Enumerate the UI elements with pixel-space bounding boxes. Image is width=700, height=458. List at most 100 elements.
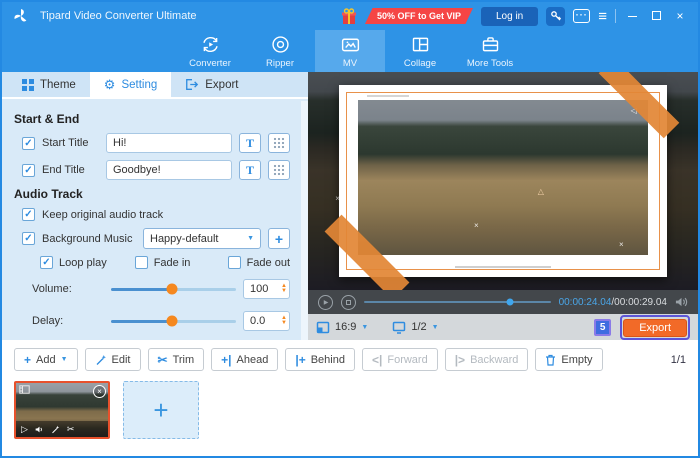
- fade-out-checkbox[interactable]: [228, 256, 241, 269]
- delay-label: Delay:: [32, 315, 104, 327]
- page-indicator[interactable]: 1/2: [411, 321, 426, 333]
- loop-play-checkbox[interactable]: ✓: [40, 256, 53, 269]
- start-title-font-button[interactable]: T: [239, 133, 261, 153]
- backward-button[interactable]: |> Backward: [445, 348, 529, 371]
- app-logo-icon: [12, 7, 30, 25]
- spinner-down-icon[interactable]: ▼: [281, 321, 287, 326]
- start-title-position-button[interactable]: [268, 133, 290, 153]
- add-clip-slot[interactable]: +: [123, 381, 199, 439]
- keep-original-row: ✓ Keep original audio track: [22, 208, 290, 221]
- aspect-ratio-value[interactable]: 16:9: [335, 321, 356, 333]
- background-music-checkbox[interactable]: ✓: [22, 232, 35, 245]
- volume-label: Volume:: [32, 283, 104, 295]
- stop-button[interactable]: [341, 295, 356, 310]
- end-title-checkbox[interactable]: ✓: [22, 164, 35, 177]
- sidebar-scrollbar[interactable]: [301, 101, 308, 340]
- tab-theme[interactable]: Theme: [8, 72, 90, 97]
- gift-icon[interactable]: [341, 8, 357, 25]
- feedback-chat-icon[interactable]: ···: [573, 9, 590, 23]
- export-icon: [185, 78, 199, 91]
- behind-button[interactable]: |+ Behind: [285, 348, 355, 371]
- position-grid-icon: [273, 137, 285, 149]
- loop-fade-row: ✓ Loop play Fade in Fade out: [40, 256, 290, 269]
- volume-slider-handle[interactable]: [167, 284, 178, 295]
- delay-input[interactable]: [250, 315, 274, 327]
- end-title-label: End Title: [42, 164, 99, 176]
- nav-tab-converter[interactable]: Converter: [175, 30, 245, 72]
- chevron-down-icon: ▼: [247, 235, 254, 242]
- chevron-down-icon: ▼: [61, 356, 68, 363]
- tab-export[interactable]: Export: [171, 72, 252, 97]
- magic-wand-icon: [95, 354, 107, 366]
- remove-clip-icon[interactable]: ×: [93, 385, 106, 398]
- seek-handle[interactable]: [506, 299, 513, 306]
- empty-button[interactable]: Empty: [535, 348, 602, 371]
- tab-setting[interactable]: ⚙ Setting: [90, 72, 171, 97]
- add-button[interactable]: + Add ▼: [14, 348, 78, 371]
- delay-slider[interactable]: [111, 320, 236, 323]
- promo-banner[interactable]: 50% OFF to Get VIP: [365, 8, 473, 24]
- move-forward-icon: <|: [372, 353, 382, 367]
- volume-slider[interactable]: [111, 288, 236, 291]
- timeline-section: + Add ▼ Edit ✂ Trim +| Ahead: [2, 340, 698, 456]
- end-title-position-button[interactable]: [268, 160, 290, 180]
- edit-button[interactable]: Edit: [85, 348, 141, 371]
- nav-tab-collage[interactable]: Collage: [385, 30, 455, 72]
- minimize-button[interactable]: [624, 8, 640, 24]
- forward-button[interactable]: <| Forward: [362, 348, 438, 371]
- text-format-icon: T: [246, 136, 254, 151]
- seek-bar[interactable]: [364, 301, 551, 304]
- spinner-down-icon[interactable]: ▼: [281, 289, 287, 294]
- collage-grid-icon: [410, 34, 431, 55]
- volume-input[interactable]: [250, 283, 274, 295]
- menu-icon[interactable]: ≡: [598, 9, 607, 24]
- volume-speaker-icon[interactable]: [675, 296, 688, 308]
- chevron-down-icon[interactable]: ▼: [432, 324, 439, 331]
- audio-track-heading: Audio Track: [14, 187, 290, 201]
- export-button[interactable]: Export: [623, 319, 687, 337]
- end-title-row: ✓ End Title T: [22, 160, 290, 180]
- main-nav: Converter Ripper MV: [2, 30, 698, 72]
- fade-in-checkbox[interactable]: [135, 256, 148, 269]
- chevron-down-icon[interactable]: ▼: [361, 324, 368, 331]
- keep-original-label: Keep original audio track: [42, 209, 163, 221]
- video-preview-stage[interactable]: × × △ × ◁: [308, 72, 698, 290]
- scissors-icon: ✂: [158, 353, 168, 367]
- clip-edit-wand-icon[interactable]: [51, 425, 60, 434]
- keep-original-checkbox[interactable]: ✓: [22, 208, 35, 221]
- plus-icon: +: [153, 395, 168, 426]
- delay-value-box: ▲ ▼: [243, 311, 290, 331]
- play-icon: ▶: [324, 299, 329, 306]
- trim-button[interactable]: ✂ Trim: [148, 348, 205, 371]
- play-clip-icon[interactable]: ▷: [21, 424, 28, 435]
- film-strip-icon: [19, 385, 30, 394]
- play-button[interactable]: ▶: [318, 295, 333, 310]
- toolbox-icon: [480, 34, 501, 55]
- position-grid-icon: [273, 164, 285, 176]
- plus-icon: +: [275, 232, 283, 246]
- delay-slider-handle[interactable]: [167, 316, 178, 327]
- nav-tab-more-tools[interactable]: More Tools: [455, 30, 525, 72]
- theme-grid-icon: [22, 79, 34, 91]
- clip-audio-icon[interactable]: [35, 425, 44, 434]
- nav-tab-ripper[interactable]: Ripper: [245, 30, 315, 72]
- background-music-select[interactable]: Happy-default ▼: [143, 228, 261, 249]
- titlebar-separator: [615, 9, 616, 23]
- converter-icon: [200, 34, 221, 55]
- nav-tab-mv[interactable]: MV: [315, 30, 385, 72]
- start-title-checkbox[interactable]: ✓: [22, 137, 35, 150]
- register-key-icon[interactable]: [546, 7, 565, 26]
- add-music-button[interactable]: +: [268, 228, 290, 249]
- start-title-input[interactable]: [106, 133, 232, 153]
- clip-page-count: 1/1: [671, 354, 686, 366]
- clip-trim-scissors-icon[interactable]: ✂: [67, 424, 75, 435]
- titlebar: Tipard Video Converter Ultimate 50% OFF …: [2, 2, 698, 30]
- ahead-button[interactable]: +| Ahead: [211, 348, 278, 371]
- end-title-font-button[interactable]: T: [239, 160, 261, 180]
- login-button[interactable]: Log in: [481, 7, 538, 26]
- clip-thumbnail[interactable]: × ▷ ✂: [14, 381, 110, 439]
- maximize-button[interactable]: [648, 8, 664, 24]
- end-title-input[interactable]: [106, 160, 232, 180]
- fade-out-label: Fade out: [247, 257, 290, 269]
- close-button[interactable]: ×: [672, 8, 688, 24]
